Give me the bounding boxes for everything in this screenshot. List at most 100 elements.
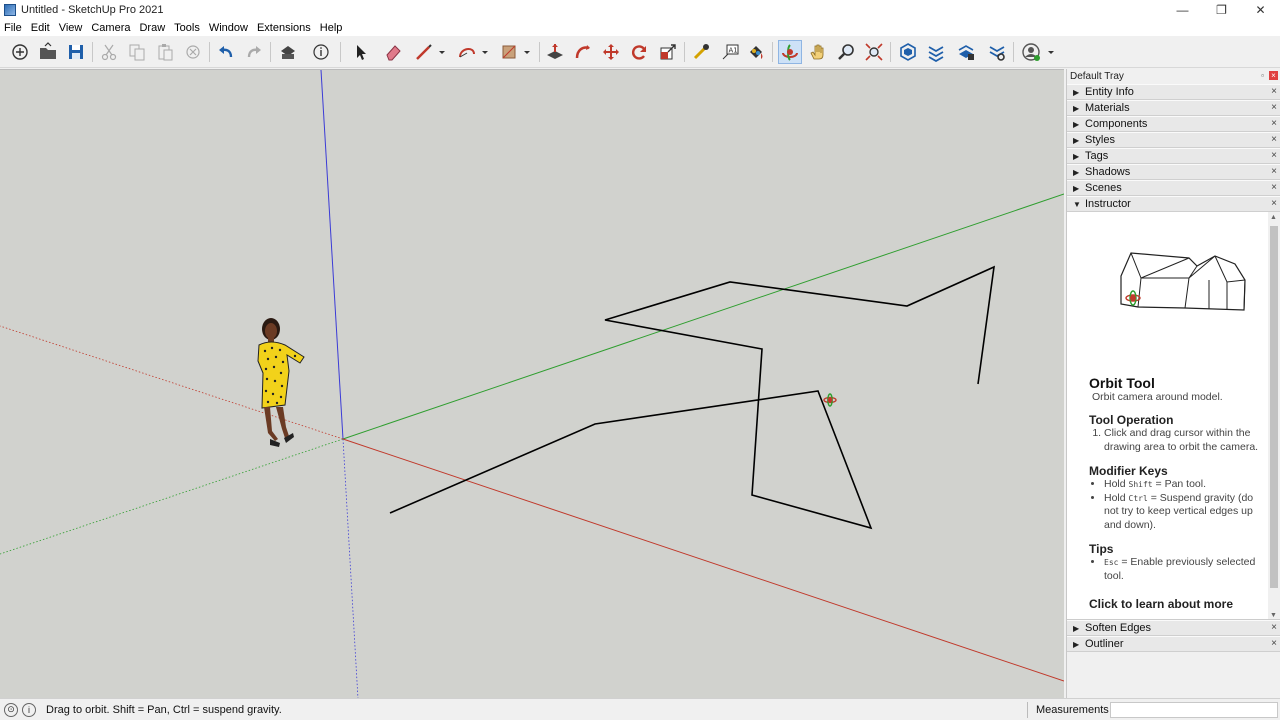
line-tool-icon[interactable] xyxy=(412,40,436,64)
copy-icon[interactable] xyxy=(125,40,149,64)
rectangle-tool-icon[interactable] xyxy=(497,40,521,64)
panel-components[interactable]: ▶ Components × xyxy=(1067,116,1280,132)
select-tool-icon[interactable] xyxy=(349,40,373,64)
panel-materials[interactable]: ▶ Materials × xyxy=(1067,100,1280,116)
panel-instructor[interactable]: ▼ Instructor × xyxy=(1067,196,1280,212)
panel-close-icon[interactable]: × xyxy=(1271,198,1277,209)
push-pull-tool-icon[interactable] xyxy=(543,40,567,64)
tray-pin-icon[interactable]: ▫ xyxy=(1261,71,1264,80)
save-icon[interactable] xyxy=(64,40,88,64)
geo-location-icon[interactable]: ⊙ xyxy=(4,702,18,717)
modifier-keys-list: Hold Shift = Pan tool. Hold Ctrl = Suspe… xyxy=(1104,478,1259,532)
panel-label: Outliner xyxy=(1085,638,1124,650)
new-file-icon[interactable] xyxy=(8,40,32,64)
panel-close-icon[interactable]: × xyxy=(1271,134,1277,145)
collapsed-triangle-icon: ▶ xyxy=(1073,623,1080,633)
maximize-button[interactable]: ❐ xyxy=(1202,0,1241,20)
rotate-tool-icon[interactable] xyxy=(627,40,651,64)
tool-operation-step: Click and drag cursor within the drawing… xyxy=(1104,427,1259,454)
scroll-thumb[interactable] xyxy=(1270,226,1278,588)
panel-styles[interactable]: ▶ Styles × xyxy=(1067,132,1280,148)
panel-label: Styles xyxy=(1085,134,1115,146)
extension-warehouse-icon[interactable] xyxy=(924,40,948,64)
instructor-scrollbar[interactable]: ▲ ▼ xyxy=(1268,212,1280,619)
collapsed-triangle-icon: ▶ xyxy=(1073,167,1080,177)
panel-close-icon[interactable]: × xyxy=(1271,102,1277,113)
red-axis-positive xyxy=(342,438,1064,682)
account-dropdown-icon[interactable] xyxy=(1045,40,1057,64)
model-info-icon[interactable] xyxy=(309,40,333,64)
panel-entity-info[interactable]: ▶ Entity Info × xyxy=(1067,84,1280,100)
extension-manager-icon[interactable] xyxy=(985,40,1009,64)
expanded-triangle-icon: ▼ xyxy=(1073,199,1081,209)
collapsed-triangle-icon: ▶ xyxy=(1073,151,1080,161)
line-tool-dropdown-icon[interactable] xyxy=(436,40,448,64)
panel-close-icon[interactable]: × xyxy=(1271,638,1277,649)
panel-scenes[interactable]: ▶ Scenes × xyxy=(1067,180,1280,196)
menu-edit[interactable]: Edit xyxy=(31,22,50,34)
measurements-input[interactable] xyxy=(1110,702,1278,718)
menu-extensions[interactable]: Extensions xyxy=(257,22,311,34)
send-to-layout-icon[interactable] xyxy=(954,40,978,64)
menu-tools[interactable]: Tools xyxy=(174,22,200,34)
status-bar: ⊙ i Drag to orbit. Shift = Pan, Ctrl = s… xyxy=(0,698,1280,720)
panel-close-icon[interactable]: × xyxy=(1271,182,1277,193)
print-icon[interactable] xyxy=(276,40,300,64)
panel-shadows[interactable]: ▶ Shadows × xyxy=(1067,164,1280,180)
panel-close-icon[interactable]: × xyxy=(1271,150,1277,161)
pan-tool-icon[interactable] xyxy=(806,40,830,64)
paste-icon[interactable] xyxy=(153,40,177,64)
open-folder-icon[interactable] xyxy=(36,40,60,64)
panel-label: Tags xyxy=(1085,150,1109,162)
collapsed-triangle-icon: ▶ xyxy=(1073,103,1080,113)
arc-tool-dropdown-icon[interactable] xyxy=(479,40,491,64)
arc-tool-icon[interactable] xyxy=(455,40,479,64)
account-icon[interactable] xyxy=(1019,40,1043,64)
rectangle-tool-dropdown-icon[interactable] xyxy=(521,40,533,64)
panel-close-icon[interactable]: × xyxy=(1271,622,1277,633)
3d-warehouse-icon[interactable] xyxy=(896,40,920,64)
menu-view[interactable]: View xyxy=(59,22,83,34)
panel-close-icon[interactable]: × xyxy=(1271,166,1277,177)
tips-heading: Tips xyxy=(1089,542,1114,556)
panel-outliner[interactable]: ▶ Outliner × xyxy=(1067,636,1280,652)
scroll-down-arrow-icon[interactable]: ▼ xyxy=(1270,612,1277,619)
panel-label: Scenes xyxy=(1085,182,1122,194)
scroll-up-arrow-icon[interactable]: ▲ xyxy=(1270,214,1277,221)
credits-info-icon[interactable]: i xyxy=(22,702,36,717)
redo-icon[interactable] xyxy=(242,40,266,64)
instructor-content: Orbit Tool Orbit camera around model. To… xyxy=(1067,212,1280,620)
zoom-extents-tool-icon[interactable] xyxy=(862,40,886,64)
menu-window[interactable]: Window xyxy=(209,22,248,34)
panel-close-icon[interactable]: × xyxy=(1271,86,1277,97)
zoom-tool-icon[interactable] xyxy=(834,40,858,64)
menu-file[interactable]: File xyxy=(4,22,22,34)
panel-tags[interactable]: ▶ Tags × xyxy=(1067,148,1280,164)
delete-icon[interactable] xyxy=(181,40,205,64)
tray-header: Default Tray ▫ × xyxy=(1067,69,1280,84)
menu-camera[interactable]: Camera xyxy=(91,22,130,34)
cut-icon[interactable] xyxy=(97,40,121,64)
undo-icon[interactable] xyxy=(214,40,238,64)
panel-soften-edges[interactable]: ▶ Soften Edges × xyxy=(1067,620,1280,636)
minimize-button[interactable]: — xyxy=(1163,0,1202,20)
menu-draw[interactable]: Draw xyxy=(139,22,165,34)
eraser-tool-icon[interactable] xyxy=(381,40,405,64)
green-axis-negative xyxy=(0,438,344,555)
paint-bucket-tool-icon[interactable] xyxy=(744,40,768,64)
orbit-tool-icon[interactable] xyxy=(778,40,802,64)
scale-tool-icon[interactable] xyxy=(656,40,680,64)
follow-me-tool-icon[interactable] xyxy=(571,40,595,64)
close-window-button[interactable]: ✕ xyxy=(1241,0,1280,20)
learn-more-link[interactable]: Click to learn about more xyxy=(1089,597,1259,611)
panel-label: Shadows xyxy=(1085,166,1131,178)
move-tool-icon[interactable] xyxy=(599,40,623,64)
drawing-area[interactable] xyxy=(0,69,1064,698)
tray-title: Default Tray xyxy=(1070,71,1124,82)
menu-help[interactable]: Help xyxy=(320,22,343,34)
tape-measure-tool-icon[interactable] xyxy=(689,40,713,64)
scale-figure xyxy=(257,318,305,447)
text-tool-icon[interactable]: A1 xyxy=(718,40,742,64)
panel-close-icon[interactable]: × xyxy=(1271,118,1277,129)
tray-close-icon[interactable]: × xyxy=(1269,71,1278,80)
